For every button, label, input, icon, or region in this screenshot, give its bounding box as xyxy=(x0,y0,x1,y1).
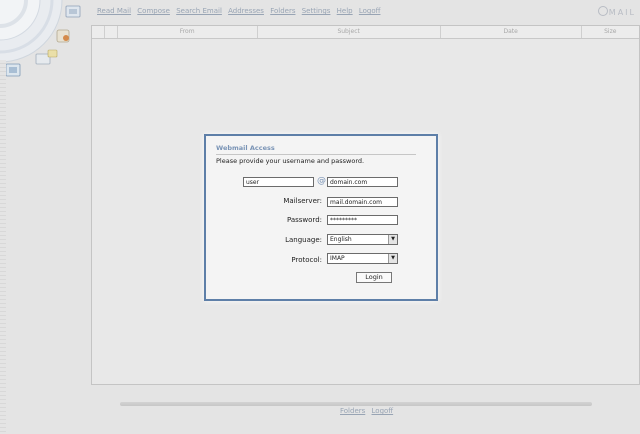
left-stripes xyxy=(0,60,6,434)
brand-text: MAIL xyxy=(608,8,636,17)
nav-search-email[interactable]: Search Email xyxy=(176,7,222,15)
top-navigation: Read Mail Compose Search Email Addresses… xyxy=(97,7,384,15)
protocol-label: Protocol: xyxy=(291,256,322,264)
brand-circle-icon xyxy=(597,6,608,16)
message-list-header: From Subject Date Size xyxy=(92,26,639,39)
column-subject[interactable]: Subject xyxy=(258,26,441,38)
protocol-select-value: IMAP xyxy=(330,255,345,262)
language-label: Language: xyxy=(285,236,322,244)
password-label: Password: xyxy=(286,216,322,224)
column-date[interactable]: Date xyxy=(441,26,582,38)
nav-folders[interactable]: Folders xyxy=(270,7,295,15)
footer-links: Folders Logoff xyxy=(340,407,397,415)
nav-addresses[interactable]: Addresses xyxy=(228,7,264,15)
language-select[interactable]: English ▼ xyxy=(327,234,398,245)
chevron-down-icon[interactable]: ▼ xyxy=(388,235,397,244)
dialog-prompt: Please provide your username and passwor… xyxy=(216,157,365,165)
column-size[interactable]: Size xyxy=(582,26,639,38)
protocol-select[interactable]: IMAP ▼ xyxy=(327,253,398,264)
login-button[interactable]: Login xyxy=(356,272,392,283)
dialog-divider xyxy=(216,154,416,155)
mailserver-label: Mailserver: xyxy=(283,197,322,205)
mailserver-field[interactable]: mail.domain.com xyxy=(327,197,398,207)
nav-read-mail[interactable]: Read Mail xyxy=(97,7,131,15)
nav-logoff[interactable]: Logoff xyxy=(359,7,381,15)
column-flag[interactable] xyxy=(105,26,118,38)
footer-bar xyxy=(120,402,592,406)
login-dialog: Webmail Access Please provide your usern… xyxy=(204,134,438,301)
username-field[interactable]: user xyxy=(243,177,314,187)
logo-graphic xyxy=(0,0,92,110)
footer-folders-link[interactable]: Folders xyxy=(340,407,365,415)
brand-logo: MAIL xyxy=(597,6,636,17)
nav-settings[interactable]: Settings xyxy=(302,7,331,15)
footer-logoff-link[interactable]: Logoff xyxy=(372,407,394,415)
chevron-down-icon[interactable]: ▼ xyxy=(388,254,397,263)
column-from[interactable]: From xyxy=(118,26,258,38)
column-select[interactable] xyxy=(92,26,105,38)
nav-compose[interactable]: Compose xyxy=(137,7,170,15)
domain-field[interactable]: domain.com xyxy=(327,177,398,187)
language-select-value: English xyxy=(330,236,352,243)
password-field[interactable]: ********* xyxy=(327,215,398,225)
at-sign: @ xyxy=(317,176,326,186)
nav-help[interactable]: Help xyxy=(337,7,353,15)
dialog-title: Webmail Access xyxy=(216,144,275,152)
